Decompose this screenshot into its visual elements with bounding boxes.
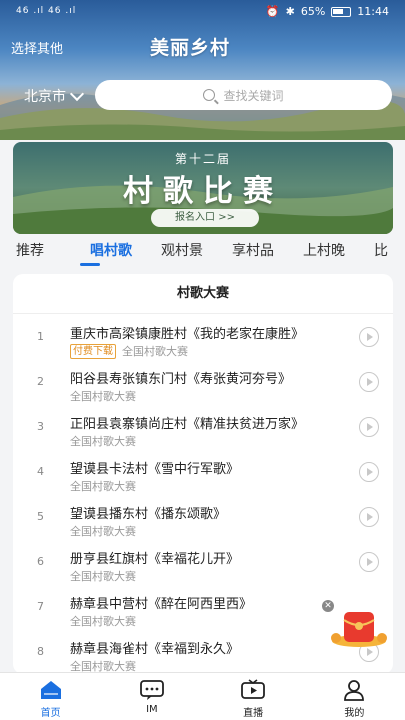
clock: 11:44	[357, 5, 389, 18]
nav-live[interactable]: 直播	[203, 673, 304, 720]
tab-view-village-scenery[interactable]: 观村景	[132, 240, 203, 268]
song-title: 正阳县袁寨镇尚庄村《精准扶贫进万家》	[70, 417, 305, 432]
paid-download-badge[interactable]: 付费下载	[70, 343, 116, 359]
nav-profile[interactable]: 我的	[304, 673, 405, 720]
list-item[interactable]: 3 正阳县袁寨镇尚庄村《精准扶贫进万家》 全国村歌大赛	[13, 404, 393, 449]
header-hero: 46 .ıl 46 .ıl ⏰ ✱ 65% 11:44 选择其他 美丽乡村 北京…	[0, 0, 405, 140]
play-icon[interactable]	[359, 552, 379, 572]
song-source: 全国村歌大赛	[70, 615, 136, 628]
rank-number: 6	[37, 555, 44, 568]
list-item[interactable]: 4 望谟县卡法村《雪中行军歌》 全国村歌大赛	[13, 449, 393, 494]
nav-label: 我的	[344, 708, 365, 719]
song-source: 全国村歌大赛	[70, 390, 136, 403]
rank-number: 2	[37, 375, 44, 388]
play-icon[interactable]	[359, 507, 379, 527]
alarm-icon: ⏰	[265, 5, 280, 18]
rank-number: 1	[37, 330, 44, 343]
play-icon[interactable]	[359, 372, 379, 392]
app-title: 美丽乡村	[150, 37, 231, 59]
song-title: 重庆市高梁镇康胜村《我的老家在康胜》	[70, 327, 305, 342]
song-title: 望谟县卡法村《雪中行军歌》	[70, 462, 240, 477]
list-item[interactable]: 6 册亨县红旗村《幸福花儿开》 全国村歌大赛	[13, 539, 393, 584]
select-other-button[interactable]: 选择其他	[11, 38, 63, 57]
search-icon	[203, 89, 216, 101]
list-item[interactable]: 1 重庆市高梁镇康胜村《我的老家在康胜》 付费下载 全国村歌大赛	[13, 314, 393, 359]
banner-title: 村歌比赛	[123, 174, 283, 209]
song-source: 全国村歌大赛	[70, 435, 136, 448]
song-title: 赫章县海雀村《幸福到永久》	[70, 642, 240, 657]
list-item[interactable]: 5 望谟县播东村《播东颂歌》 全国村歌大赛	[13, 494, 393, 539]
chevron-down-icon	[69, 86, 85, 101]
home-icon	[40, 681, 61, 699]
bottom-navigation: 首页 IM 直播 我的	[0, 672, 405, 720]
list-item[interactable]: 2 阳谷县寿张镇东门村《寿张黄河夯号》 全国村歌大赛	[13, 359, 393, 404]
play-icon[interactable]	[359, 462, 379, 482]
signup-entry-button[interactable]: 报名入口 >>	[151, 209, 259, 227]
battery-icon	[331, 6, 352, 17]
song-source: 全国村歌大赛	[122, 345, 188, 358]
nav-im[interactable]: IM	[101, 673, 202, 720]
tv-icon	[241, 679, 266, 699]
rank-number: 7	[37, 600, 44, 613]
nav-label: IM	[146, 704, 158, 715]
nav-home[interactable]: 首页	[0, 673, 101, 720]
rank-number: 5	[37, 510, 44, 523]
rank-number: 3	[37, 420, 44, 433]
song-title: 望谟县播东村《播东颂歌》	[70, 507, 227, 522]
banner-edition: 第十二届	[174, 152, 231, 166]
city-selector[interactable]: 北京市	[24, 86, 85, 106]
tab-sing-village-song[interactable]: 唱村歌	[44, 240, 132, 268]
tab-village-evening[interactable]: 上村晚	[274, 240, 345, 268]
signal-indicator: 46 .ıl 46 .ıl	[16, 6, 77, 16]
profile-icon	[344, 680, 365, 701]
category-tabs: 推荐 唱村歌 观村景 享村品 上村晚 比	[0, 240, 405, 268]
song-source: 全国村歌大赛	[70, 525, 136, 538]
nav-label: 直播	[243, 708, 264, 719]
search-input[interactable]: 查找关键词	[95, 80, 392, 110]
song-title: 册亨县红旗村《幸福花儿开》	[70, 552, 240, 567]
red-envelope-icon[interactable]	[330, 608, 388, 648]
card-title: 村歌大赛	[13, 274, 393, 314]
song-source: 全国村歌大赛	[70, 570, 136, 583]
tab-recommend[interactable]: 推荐	[0, 240, 44, 268]
contest-banner[interactable]: 第十二届 村歌比赛 报名入口 >>	[13, 142, 393, 234]
tab-contest[interactable]: 比	[345, 240, 388, 268]
rank-number: 8	[37, 645, 44, 658]
search-placeholder: 查找关键词	[223, 88, 284, 103]
song-title: 阳谷县寿张镇东门村《寿张黄河夯号》	[70, 372, 292, 387]
city-label: 北京市	[24, 89, 66, 105]
chat-icon	[139, 680, 164, 700]
play-icon[interactable]	[359, 327, 379, 347]
status-bar: 46 .ıl 46 .ıl ⏰ ✱ 65% 11:44	[0, 0, 405, 26]
tab-village-products[interactable]: 享村品	[203, 240, 274, 268]
bluetooth-icon: ✱	[285, 5, 295, 18]
play-icon[interactable]	[359, 417, 379, 437]
song-source: 全国村歌大赛	[70, 480, 136, 493]
rank-number: 4	[37, 465, 44, 478]
battery-percentage: 65%	[300, 5, 326, 18]
nav-label: 首页	[40, 708, 61, 719]
song-title: 赫章县中营村《醉在阿西里西》	[70, 597, 253, 612]
